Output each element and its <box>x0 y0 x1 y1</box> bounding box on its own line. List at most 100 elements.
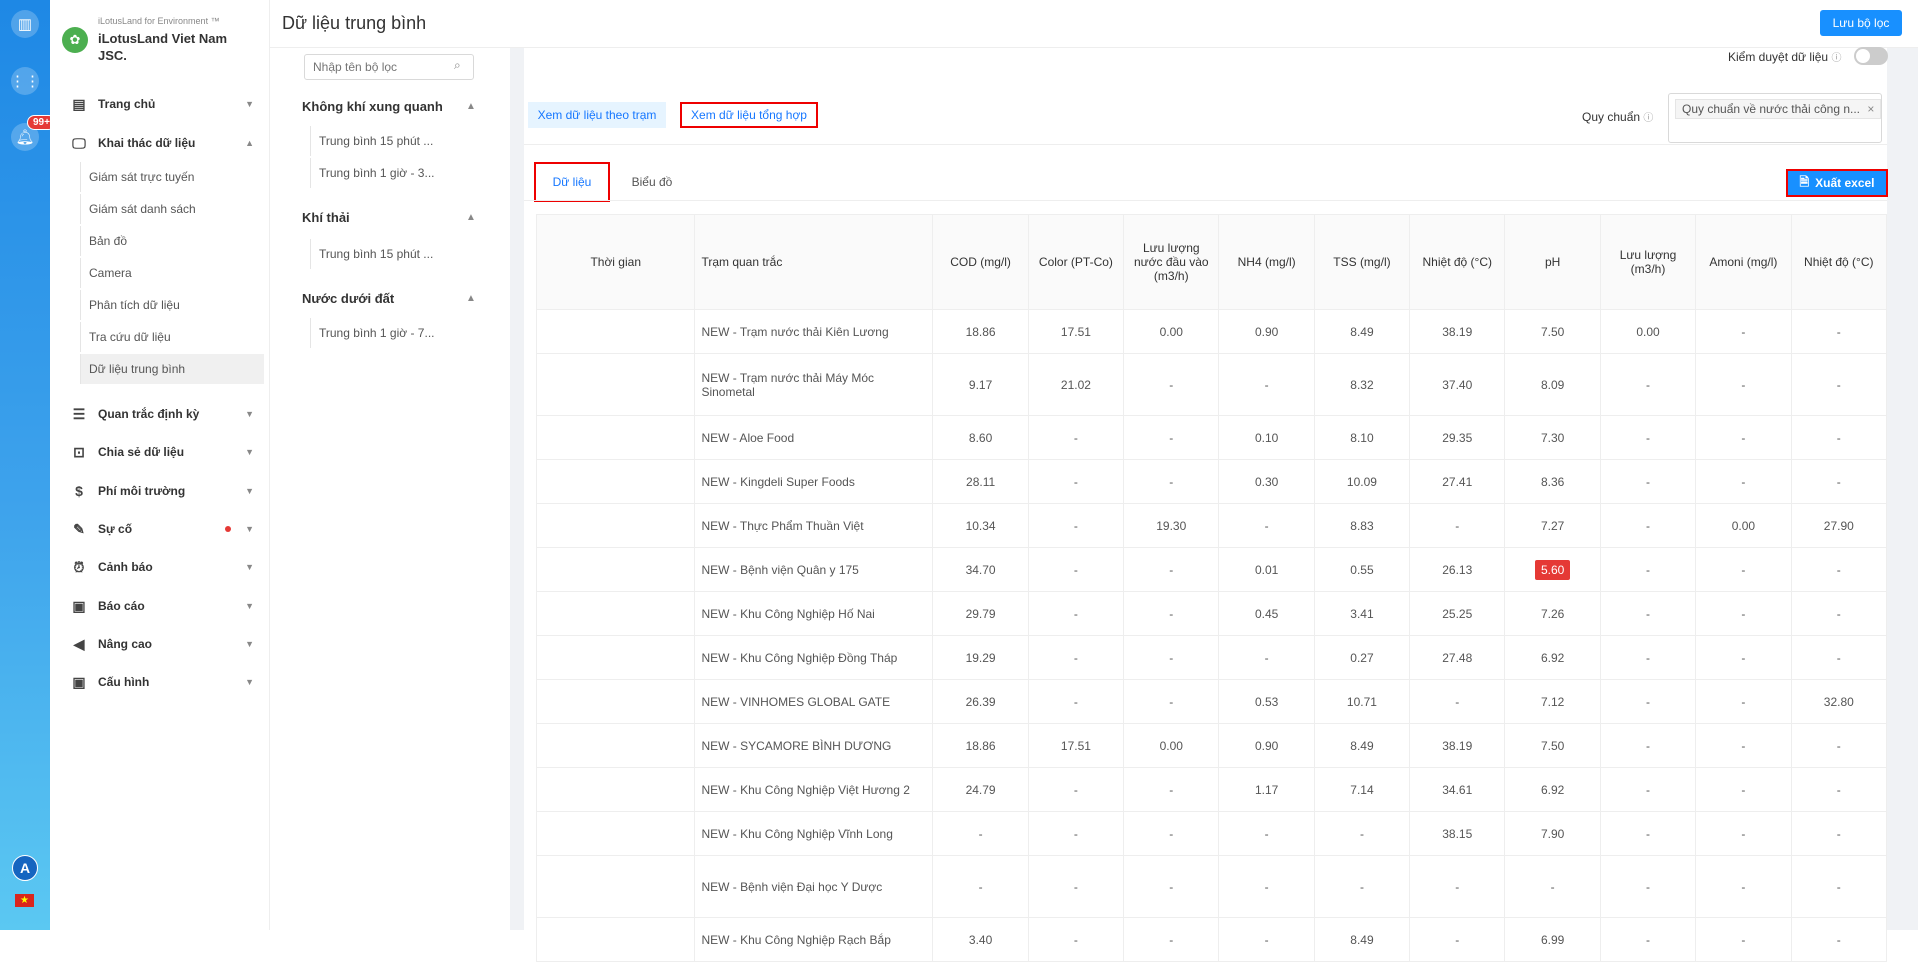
value-cell: - <box>1123 917 1220 962</box>
time-cell <box>535 591 696 636</box>
filter-group-title[interactable]: Nước dưới đất <box>302 291 394 306</box>
value-cell: - <box>1314 855 1411 918</box>
station-cell: NEW - Bệnh viện Đại học Y Dược <box>694 855 934 918</box>
view-aggregate-button[interactable]: Xem dữ liệu tổng hợp <box>680 102 818 128</box>
table-row[interactable]: NEW - Khu Công Nghiệp Đồng Tháp 19.29- - -0… <box>535 635 1888 680</box>
sidebar-subitem-average[interactable]: Dữ liệu trung bình <box>80 354 264 384</box>
table-row[interactable]: NEW - SYCAMORE BÌNH DƯƠNG 18.86 17.51 0.00 0… <box>535 723 1888 768</box>
apps-grid-icon[interactable]: ⋮⋮ <box>10 67 40 95</box>
value-cell: - <box>1695 547 1792 592</box>
page-title: Dữ liệu trung bình <box>282 13 427 33</box>
filter-item[interactable]: Trung bình 15 phút ... <box>310 126 476 156</box>
sidebar-item-advanced[interactable]: ◀ Nâng cao ▼ <box>50 629 270 659</box>
sidebar-item-fee[interactable]: $ Phí môi trường ▼ <box>50 476 270 506</box>
table-row[interactable]: NEW - Aloe Food 8.60- -0.10 8.10 29.35 7.30- -… <box>535 415 1888 460</box>
incident-dot <box>225 526 231 532</box>
filter-item[interactable]: Trung bình 15 phút ... <box>310 239 476 269</box>
value-cell: 29.79 <box>932 591 1029 636</box>
value-cell: - <box>1791 767 1888 812</box>
station-cell: NEW - Bệnh viện Quân y 175 <box>694 547 934 592</box>
value-cell: - <box>1123 635 1220 680</box>
filter-item[interactable]: Trung bình 1 giờ - 3... <box>310 158 476 188</box>
sidebar-subitem-list[interactable]: Giám sát danh sách <box>80 194 264 224</box>
filter-group-title[interactable]: Khí thải <box>302 210 350 225</box>
value-cell: 18.86 <box>932 723 1029 768</box>
monitor-icon: 🖵︎ <box>72 134 86 151</box>
value-cell: - <box>1123 547 1220 592</box>
table-row[interactable]: NEW - Trạm nước thải Kiên Lương 18.86 17.5… <box>535 309 1888 354</box>
sidebar-item-home[interactable]: ▤ Trang chủ ▼ <box>50 89 270 119</box>
table-row[interactable]: NEW - Thực Phẩm Thuần Việt 10.34-19.30-8.… <box>535 503 1888 548</box>
table-row[interactable]: NEW - Trạm nước thải Máy Móc Sinometal 9.… <box>535 353 1888 416</box>
table-row[interactable]: NEW - Kingdeli Super Foods 28.11- -0.30 10.… <box>535 459 1888 504</box>
station-cell: NEW - Khu Công Nghiệp Rạch Bắp <box>694 917 934 962</box>
sidebar-item-data-exploit[interactable]: 🖵︎ Khai thác dữ liệu ▲ <box>50 128 270 158</box>
standard-select[interactable]: Quy chuẩn về nước thải công n... × <box>1668 93 1882 143</box>
value-cell: - <box>1409 679 1506 724</box>
table-row[interactable]: NEW - Khu Công Nghiệp Hố Nai 29.79- -0.45 3… <box>535 591 1888 636</box>
sidebar-item-alert[interactable]: ⏰︎ Cảnh báo ▼ <box>50 552 270 582</box>
view-by-station-button[interactable]: Xem dữ liệu theo trạm <box>528 102 666 128</box>
table-row[interactable]: NEW - Khu Công Nghiệp Rạch Bắp 3.40- - -8.4… <box>535 917 1888 962</box>
value-cell: - <box>1791 811 1888 856</box>
filter-group-title[interactable]: Không khí xung quanh <box>302 99 443 114</box>
sidebar-subitem-map[interactable]: Bản đồ <box>80 226 264 256</box>
close-icon[interactable]: × <box>1867 102 1874 116</box>
app-logo-icon[interactable]: ▥ <box>11 10 39 38</box>
brand-subtitle: iLotusLand for Environment ™ <box>98 16 220 26</box>
sidebar-item-incident[interactable]: ✎ Sự cố ▼ <box>50 514 270 544</box>
chevron-up-icon[interactable]: ▲ <box>466 212 476 223</box>
value-cell: - <box>1600 723 1697 768</box>
value-cell: - <box>1791 547 1888 592</box>
chevron-up-icon[interactable]: ▲ <box>466 101 476 112</box>
value-cell: 7.27 <box>1504 503 1601 548</box>
sidebar-item-config[interactable]: ▣ Cấu hình ▼ <box>50 667 270 697</box>
value-cell: - <box>1600 591 1697 636</box>
data-card: Kiểm duyệt dữ liệu ⓘ Xem dữ liệu theo tr… <box>524 47 1888 962</box>
value-cell: 8.10 <box>1314 415 1411 460</box>
table-row[interactable]: NEW - Bệnh viện Đại học Y Dược - - - - - - - - - - <box>535 855 1888 918</box>
value-cell: - <box>1028 459 1125 504</box>
filter-search-input[interactable] <box>304 54 474 80</box>
value-cell: - <box>1028 855 1125 918</box>
approve-toggle[interactable] <box>1854 47 1888 65</box>
time-cell <box>535 503 696 548</box>
station-cell: NEW - Trạm nước thải Kiên Lương <box>694 309 934 354</box>
avatar[interactable]: A <box>12 855 38 881</box>
sidebar-item-label: Khai thác dữ liệu <box>98 136 196 150</box>
sidebar-item-label: Chia sẻ dữ liệu <box>98 445 185 459</box>
info-icon: ⓘ <box>1831 53 1842 64</box>
value-cell: 8.49 <box>1314 917 1411 962</box>
table-row[interactable]: NEW - VINHOMES GLOBAL GATE 26.39- -0.53 10.… <box>535 679 1888 724</box>
sidebar-item-label: Cảnh báo <box>98 560 153 574</box>
value-cell: 29.35 <box>1409 415 1506 460</box>
sidebar-item-periodic[interactable]: ☰ Quan trắc định kỳ ▼ <box>50 399 270 429</box>
table-row[interactable]: NEW - Bệnh viện Quân y 175 34.70- -0.01 0.5… <box>535 547 1888 592</box>
table-row[interactable]: NEW - Khu Công Nghiệp Việt Hương 2 24.79-… <box>535 767 1888 812</box>
save-filter-button[interactable]: Lưu bộ lọc <box>1820 10 1902 36</box>
tab-data[interactable]: Dữ liệu <box>534 162 610 202</box>
language-flag-icon[interactable]: ★ <box>15 894 34 907</box>
sidebar-subitem-analysis[interactable]: Phân tích dữ liệu <box>80 290 264 320</box>
time-cell <box>535 855 696 918</box>
sidebar-item-share[interactable]: ⊡ Chia sẻ dữ liệu ▼ <box>50 437 270 467</box>
value-cell: - <box>1028 503 1125 548</box>
value-cell: - <box>1695 353 1792 416</box>
export-excel-button[interactable]: 🗎︎ Xuất excel <box>1786 169 1888 197</box>
value-cell: - <box>1218 503 1315 548</box>
filter-item[interactable]: Trung bình 1 giờ - 7... <box>310 318 476 348</box>
sidebar-subitem-lookup[interactable]: Tra cứu dữ liệu <box>80 322 264 352</box>
value-cell: 8.60 <box>932 415 1029 460</box>
search-icon[interactable]: ⌕ <box>454 58 461 73</box>
tab-chart[interactable]: Biểu đồ <box>622 162 682 202</box>
chevron-up-icon[interactable]: ▲ <box>466 293 476 304</box>
station-cell: NEW - Aloe Food <box>694 415 934 460</box>
standard-label: Quy chuẩn ⓘ <box>1582 110 1654 124</box>
value-cell: - <box>1695 679 1792 724</box>
table-row[interactable]: NEW - Khu Công Nghiệp Vĩnh Long - - - - -38.1… <box>535 811 1888 856</box>
sidebar-item-report[interactable]: ▣ Báo cáo ▼ <box>50 591 270 621</box>
sidebar-subitem-camera[interactable]: Camera <box>80 258 264 288</box>
value-cell: 0.55 <box>1314 547 1411 592</box>
sidebar-subitem-online[interactable]: Giám sát trực tuyến <box>80 162 264 192</box>
value-cell: 28.11 <box>932 459 1029 504</box>
